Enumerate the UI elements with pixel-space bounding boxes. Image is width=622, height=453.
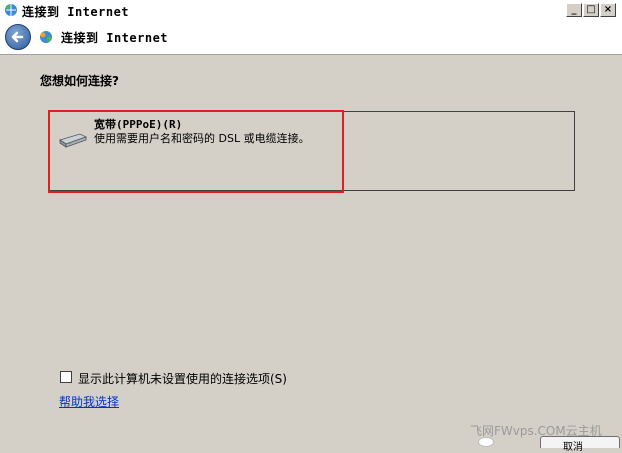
title-bar: 连接到 Internet _ □ × [0, 0, 622, 22]
watermark-logo-icon [478, 437, 494, 447]
network-globe-icon [40, 31, 52, 43]
close-button[interactable]: × [600, 3, 616, 17]
cancel-button[interactable]: 取消 [540, 436, 620, 453]
checkbox-label[interactable]: 显示此计算机未设置使用的连接选项(S) [78, 370, 287, 387]
back-arrow-icon [11, 31, 24, 43]
show-options-checkbox[interactable] [60, 371, 72, 383]
cancel-button-label: 取消 [563, 442, 583, 453]
option-description: 使用需要用户名和密码的 DSL 或电缆连接。 [94, 132, 310, 145]
minimize-button[interactable]: _ [566, 3, 582, 17]
back-button[interactable] [5, 24, 31, 50]
question-heading: 您想如何连接? [40, 74, 119, 88]
modem-icon [59, 133, 88, 148]
window-title: 连接到 Internet [22, 5, 130, 19]
navigation-bar: 连接到 Internet [0, 21, 622, 54]
page-title: 连接到 Internet [61, 31, 169, 45]
highlight-box [48, 110, 344, 193]
main-panel: 您想如何连接? 宽带(PPPoE)(R) 使用需要用户名和密码的 DSL 或电缆… [0, 54, 622, 453]
help-link[interactable]: 帮助我选择 [59, 393, 119, 410]
maximize-button[interactable]: □ [583, 3, 599, 17]
network-globe-icon [5, 4, 17, 16]
